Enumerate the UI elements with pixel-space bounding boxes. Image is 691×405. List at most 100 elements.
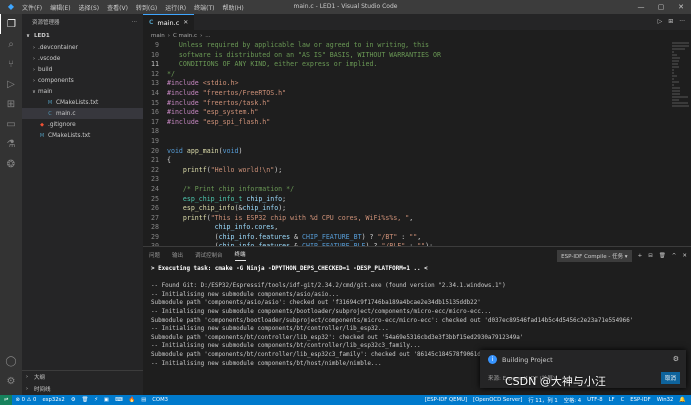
- outline-section[interactable]: › 大纲: [22, 371, 143, 383]
- status-item-left-9[interactable]: COM3: [149, 397, 171, 403]
- line-number: 10: [151, 50, 159, 59]
- panel-tab-1[interactable]: 输出: [172, 251, 183, 259]
- code-line: 19: [143, 137, 663, 147]
- maximize-button[interactable]: ▢: [651, 0, 671, 14]
- manage-gear-icon[interactable]: ⚙: [0, 371, 22, 391]
- code-line: 20 void app_main(void): [143, 147, 663, 157]
- tree-item-5[interactable]: M CMakeLists.txt: [22, 97, 143, 108]
- remote-indicator-icon[interactable]: ⇌: [0, 395, 13, 405]
- status-item-left-0[interactable]: ⊗ 0 ⚠ 0: [12, 397, 39, 403]
- chevron-right-icon: ›: [26, 386, 28, 392]
- minimap-line: [672, 96, 688, 98]
- code-line: 26 esp_chip_info(&chip_info);: [143, 204, 663, 214]
- status-item-right-9[interactable]: 🔔: [676, 397, 689, 403]
- new-terminal-icon[interactable]: +: [638, 253, 643, 259]
- extensions-icon[interactable]: ⊞: [0, 94, 22, 114]
- breadcrumb-symbol[interactable]: ...: [205, 33, 210, 39]
- status-item-left-3[interactable]: 🗑: [78, 397, 91, 403]
- menu-item-2[interactable]: 选择(S): [79, 3, 100, 12]
- minimize-button[interactable]: —: [631, 0, 651, 14]
- status-item-right-4[interactable]: UTF-8: [584, 397, 605, 403]
- status-item-left-7[interactable]: 🔥: [126, 397, 139, 403]
- code-line: 14 #include "freertos/FreeRTOS.h": [143, 89, 663, 99]
- run-debug-icon[interactable]: ▷: [0, 74, 22, 94]
- line-number: 20: [151, 146, 159, 155]
- test-icon[interactable]: ⚗: [0, 134, 22, 154]
- c-file-icon: C: [149, 19, 154, 26]
- tree-item-4[interactable]: ∨ main: [22, 86, 143, 97]
- line-number: 9: [155, 41, 159, 49]
- status-item-left-8[interactable]: ▤: [138, 397, 149, 403]
- status-right: [ESP-IDF QEMU] [OpenOCD Server] 行 11，列 1 空格…: [422, 395, 689, 405]
- terminal-select[interactable]: ESP-IDF Compile - 任务 ▾: [557, 250, 632, 262]
- code-text: esp_chip_info(&chip_info);: [182, 204, 287, 213]
- trash-icon[interactable]: 🗑: [659, 253, 666, 259]
- chevron-down-icon: ∨: [26, 33, 31, 39]
- code-text: Unless required by applicable law or agr…: [167, 41, 430, 49]
- status-item-left-1[interactable]: esp32s2: [39, 397, 67, 403]
- breadcrumb-file[interactable]: C main.c: [173, 33, 197, 39]
- gear-icon[interactable]: ⚙: [673, 355, 679, 363]
- tab-main-c[interactable]: C main.c ✕: [143, 14, 195, 30]
- panel-tab-2[interactable]: 调试控制台: [195, 251, 223, 259]
- panel-tab-3[interactable]: 终端: [234, 250, 246, 261]
- maximize-panel-icon[interactable]: ^: [672, 253, 677, 259]
- split-editor-icon[interactable]: ⊞: [668, 18, 673, 25]
- account-icon[interactable]: ◯: [0, 351, 22, 371]
- status-item-right-1[interactable]: [OpenOCD Server]: [470, 397, 525, 403]
- tree-item-0[interactable]: › .devcontainer: [22, 42, 143, 53]
- tree-item-6[interactable]: Cmain.c: [22, 108, 143, 119]
- tree-item-3[interactable]: › components: [22, 75, 143, 86]
- cancel-button[interactable]: 取消: [660, 372, 680, 384]
- status-item-left-5[interactable]: ▣: [101, 397, 112, 403]
- workspace-section[interactable]: ∨ LED1: [22, 30, 143, 42]
- editor-actions: ▷ ⊞ ···: [658, 18, 685, 25]
- timeline-section[interactable]: › 时间线: [22, 383, 143, 395]
- minimap-line: [672, 69, 674, 71]
- espressif-icon[interactable]: ❂: [0, 154, 22, 174]
- status-item-right-5[interactable]: LF: [606, 397, 618, 403]
- remote-icon[interactable]: ▭: [0, 114, 22, 134]
- breadcrumb-folder[interactable]: main: [151, 33, 165, 39]
- menu-item-1[interactable]: 编辑(E): [50, 3, 70, 12]
- line-number: 17: [151, 117, 159, 126]
- status-item-right-3[interactable]: 空格: 4: [561, 396, 584, 404]
- status-item-left-2[interactable]: ⚙: [68, 397, 79, 403]
- status-item-right-8[interactable]: Win32: [654, 397, 677, 403]
- more-icon[interactable]: ···: [679, 18, 685, 25]
- notification-title: Building Project: [502, 355, 553, 364]
- close-panel-icon[interactable]: ✕: [682, 253, 687, 259]
- tree-item-7[interactable]: ◆ .gitignore: [22, 119, 143, 130]
- status-item-right-7[interactable]: ESP-IDF: [627, 397, 653, 403]
- menu-item-0[interactable]: 文件(F): [22, 3, 42, 12]
- minimap-line: [672, 93, 680, 95]
- panel-tab-0[interactable]: 问题: [149, 251, 160, 259]
- status-item-left-4[interactable]: ⚡: [91, 397, 101, 403]
- menu-item-4[interactable]: 转到(G): [136, 3, 157, 12]
- close-window-button[interactable]: ✕: [671, 0, 691, 14]
- files-icon[interactable]: ❐: [0, 14, 22, 34]
- tree-item-1[interactable]: › .vscode: [22, 53, 143, 64]
- code-text: #include <stdio.h>: [167, 79, 239, 88]
- chevron-right-icon: ›: [33, 77, 35, 84]
- menu-item-7[interactable]: 帮助(H): [222, 3, 243, 12]
- status-item-right-6[interactable]: C: [618, 397, 628, 403]
- menu-item-6[interactable]: 终端(T): [194, 3, 214, 12]
- terminal-line: -- Initialising new submodule components…: [151, 291, 339, 298]
- tree-item-8[interactable]: M CMakeLists.txt: [22, 130, 143, 141]
- search-icon[interactable]: ⌕: [0, 34, 22, 54]
- minimap[interactable]: [670, 41, 691, 246]
- menu-item-3[interactable]: 查看(V): [107, 3, 128, 12]
- run-icon[interactable]: ▷: [658, 18, 663, 25]
- menu-item-5[interactable]: 运行(R): [165, 3, 186, 12]
- tree-item-label: main.c: [56, 110, 76, 117]
- source-control-icon[interactable]: ⑂: [0, 54, 22, 74]
- more-actions-icon[interactable]: ···: [132, 19, 137, 25]
- code-editor[interactable]: 9 Unless required by applicable law or a…: [143, 41, 663, 246]
- status-item-left-6[interactable]: ⌨: [112, 397, 126, 403]
- status-item-right-2[interactable]: 行 11，列 1: [525, 396, 560, 404]
- close-icon[interactable]: ✕: [183, 19, 188, 26]
- tree-item-2[interactable]: › build: [22, 64, 143, 75]
- split-terminal-icon[interactable]: ⊟: [648, 253, 653, 259]
- status-item-right-0[interactable]: [ESP-IDF QEMU]: [422, 397, 470, 403]
